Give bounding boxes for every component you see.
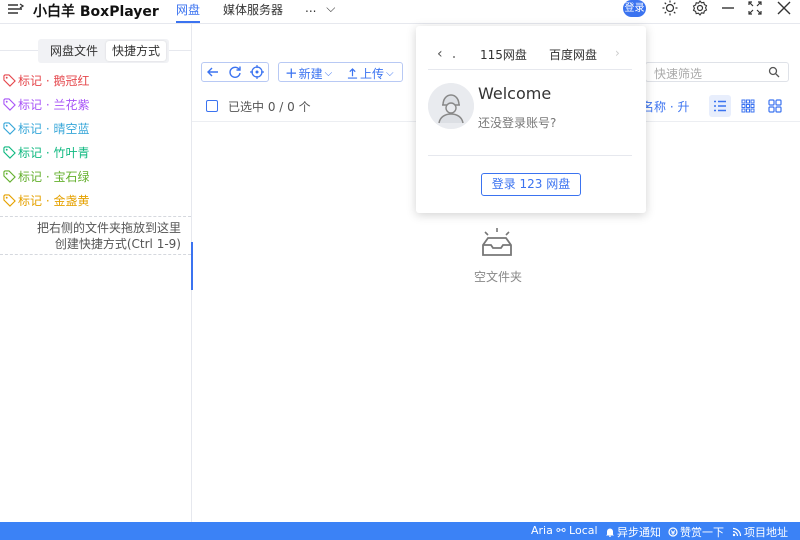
empty-folder-text: 空文件夹	[474, 270, 523, 284]
upload-button-label: 上传	[360, 66, 385, 81]
upload-icon	[347, 67, 358, 79]
grid-view-button[interactable]	[737, 95, 759, 117]
chevron-down-icon: ⌵	[324, 67, 333, 79]
drop-zone-border-bottom	[0, 254, 191, 255]
sidebar-tab-files[interactable]: 网盘文件	[41, 41, 107, 61]
popup-tab-baidu[interactable]: 百度网盘	[549, 46, 597, 63]
tag-label: 标记 · 兰花紫	[18, 97, 90, 112]
rss-icon	[732, 527, 742, 537]
menu-icon[interactable]	[7, 1, 25, 17]
sort-button[interactable]: 名称 · 升	[642, 98, 689, 115]
close-icon[interactable]	[775, 0, 793, 17]
sidebar-tag-yellow[interactable]: 标记 · 金盏黄	[3, 192, 89, 208]
chevron-right-icon[interactable]: ›	[615, 46, 620, 60]
quick-filter-input[interactable]: 快速筛选	[645, 62, 789, 82]
select-all-checkbox[interactable]	[206, 100, 218, 112]
popup-divider	[428, 69, 632, 70]
tag-icon	[3, 193, 16, 207]
settings-gear-icon[interactable]	[691, 0, 709, 17]
donate-button[interactable]: 赞赏一下	[668, 524, 724, 540]
sidebar-tag-blue[interactable]: 标记 · 晴空蓝	[3, 120, 89, 136]
avatar	[428, 83, 474, 129]
tag-icon	[3, 169, 16, 183]
plus-icon: +	[285, 63, 298, 82]
tag-icon	[3, 97, 16, 111]
aria-status[interactable]: Aria ⚯ Local	[531, 524, 598, 537]
splitter-handle[interactable]	[191, 242, 193, 290]
tab-media-server[interactable]: 媒体服务器	[223, 1, 283, 23]
chevron-down-icon: ⌵	[326, 1, 336, 15]
list-view-icon	[714, 100, 726, 112]
popup-divider	[428, 155, 632, 156]
app-title: 小白羊 BoxPlayer	[33, 4, 159, 20]
tab-netdisk[interactable]: 网盘	[176, 1, 201, 23]
drop-hint-line1: 把右侧的文件夹拖放到这里	[36, 221, 181, 235]
sidebar-tag-green[interactable]: 标记 · 宝石绿	[3, 168, 89, 184]
tag-icon	[3, 145, 16, 159]
maximize-icon[interactable]	[746, 0, 764, 17]
sidebar: 网盘文件 快捷方式 标记 · 鹅冠红 标记 · 兰花紫 标记 · 晴空蓝 标记 …	[0, 24, 191, 522]
search-icon[interactable]	[768, 66, 780, 78]
tab-more-label: ...	[305, 1, 317, 15]
upload-button[interactable]: 上传 ⌵	[347, 64, 394, 82]
login-badge[interactable]: 登录	[623, 0, 646, 17]
user-avatar-icon	[428, 83, 474, 129]
popup-tab-115[interactable]: 115网盘	[480, 46, 527, 63]
login-123-button[interactable]: 登录 123 网盘	[481, 173, 581, 196]
new-button[interactable]: + 新建 ⌵	[285, 64, 332, 82]
tag-label: 标记 · 鹅冠红	[18, 73, 90, 88]
refresh-icon[interactable]	[228, 65, 242, 79]
chevron-down-icon: ⌵	[386, 67, 394, 79]
theme-sun-icon[interactable]	[661, 0, 679, 17]
nav-toolbar-group	[201, 62, 269, 82]
sidebar-tag-purple[interactable]: 标记 · 兰花紫	[3, 96, 89, 112]
empty-folder-icon	[482, 228, 512, 256]
tag-label: 标记 · 宝石绿	[18, 169, 90, 184]
welcome-title: Welcome	[478, 84, 552, 103]
tag-label: 标记 · 金盏黄	[18, 193, 90, 208]
locate-icon[interactable]	[250, 65, 264, 79]
chevron-left-icon[interactable]: ‹	[437, 46, 443, 62]
status-bar: Aria ⚯ Local 异步通知 赞赏一下 项目地址	[0, 522, 800, 540]
file-actions-group: + 新建 ⌵ 上传 ⌵	[278, 62, 403, 82]
grid-view-icon	[741, 99, 755, 113]
tab-more[interactable]: ... ⌵	[305, 1, 335, 23]
sidebar-tabs: 网盘文件 快捷方式	[38, 39, 169, 63]
sidebar-tab-shortcuts[interactable]: 快捷方式	[106, 41, 166, 61]
tag-label: 标记 · 晴空蓝	[18, 121, 90, 136]
sidebar-tag-red[interactable]: 标记 · 鹅冠红	[3, 72, 89, 88]
async-notify-label: 异步通知	[617, 526, 661, 539]
async-notify-button[interactable]: 异步通知	[605, 524, 661, 540]
tag-icon	[3, 121, 16, 135]
project-link-label: 项目地址	[744, 526, 788, 539]
project-link[interactable]: 项目地址	[732, 524, 788, 540]
drop-hint-line2: 创建快捷方式(Ctrl 1-9)	[54, 237, 181, 251]
title-bar: 小白羊 BoxPlayer 网盘 媒体服务器 ... ⌵ 登录	[0, 0, 800, 24]
sidebar-tag-cyan[interactable]: 标记 · 竹叶青	[3, 144, 89, 160]
bell-icon	[606, 528, 614, 537]
donate-label: 赞赏一下	[680, 526, 724, 539]
minimize-icon[interactable]	[719, 0, 737, 17]
large-grid-view-button[interactable]	[764, 95, 786, 117]
back-arrow-icon[interactable]	[206, 65, 220, 79]
search-placeholder: 快速筛选	[654, 67, 703, 81]
new-button-label: 新建	[298, 66, 323, 81]
tag-icon	[3, 73, 16, 87]
tag-label: 标记 · 竹叶青	[18, 145, 90, 160]
list-view-button[interactable]	[709, 95, 731, 117]
large-grid-view-icon	[768, 99, 782, 113]
account-popup: ‹ 115网盘 百度网盘 › Welcome 还没登录账号? 登录 123 网盘	[416, 26, 646, 213]
login-question: 还没登录账号?	[478, 116, 557, 130]
drop-zone-border-top	[0, 216, 191, 217]
carousel-dot	[453, 56, 455, 58]
aria-status-label: Aria ⚯ Local	[531, 524, 598, 537]
shortcut-drop-hint[interactable]: 把右侧的文件夹拖放到这里 创建快捷方式(Ctrl 1-9)	[0, 220, 191, 252]
donate-icon	[668, 527, 678, 537]
app-window: 小白羊 BoxPlayer 网盘 媒体服务器 ... ⌵ 登录 网盘文件 快捷方…	[0, 0, 800, 540]
selected-count: 已选中 0 / 0 个	[228, 100, 311, 114]
